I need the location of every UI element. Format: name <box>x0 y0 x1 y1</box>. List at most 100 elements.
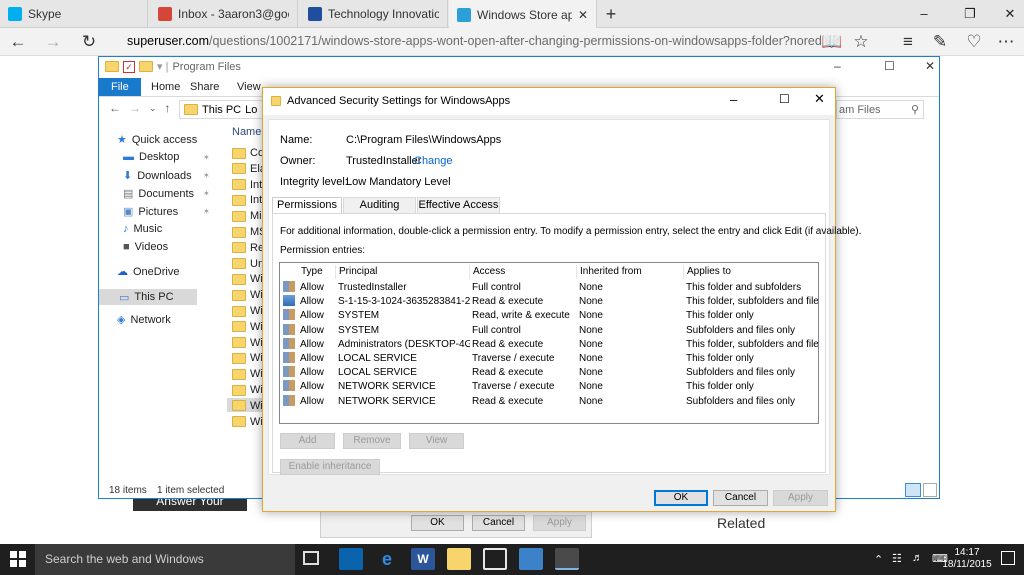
pin-icon[interactable]: ✶ <box>203 153 210 162</box>
minimize-icon[interactable]: – <box>904 0 944 28</box>
file-explorer-icon[interactable] <box>447 548 471 570</box>
forward-icon[interactable]: → <box>129 101 141 115</box>
browser-tab[interactable]: Technology Innovation Port <box>300 0 448 28</box>
address-this-pc[interactable]: This PC <box>202 104 241 116</box>
explorer-window-taskbar-icon[interactable] <box>555 548 579 570</box>
apply-button[interactable]: Apply <box>773 490 828 506</box>
column-inherited-from[interactable]: Inherited from <box>577 265 684 279</box>
nav-item-onedrive[interactable]: ☁ OneDrive <box>117 265 180 279</box>
close-tab-icon[interactable]: ✕ <box>578 8 588 22</box>
nav-item-music[interactable]: ♪ Music <box>123 223 162 235</box>
windows-start-icon[interactable] <box>10 551 26 567</box>
new-tab-button[interactable]: + <box>600 4 622 24</box>
column-applies-to[interactable]: Applies to <box>684 265 818 279</box>
hub-icon[interactable]: ≡ <box>896 32 920 52</box>
column-type[interactable]: Type <box>298 265 336 279</box>
ok-button[interactable]: OK <box>654 490 708 506</box>
nav-item-quick-access[interactable]: ★ Quick access <box>117 133 197 147</box>
task-view-icon[interactable] <box>303 551 319 565</box>
pin-icon[interactable]: ✶ <box>203 171 210 180</box>
nav-item-downloads[interactable]: ⬇ Downloads ✶ <box>123 169 210 183</box>
view-button[interactable]: View <box>409 433 464 449</box>
dialog-minimize-icon[interactable]: – <box>730 92 737 107</box>
up-icon[interactable]: ↑ <box>165 101 171 115</box>
background-ok-button[interactable]: OK <box>411 515 464 531</box>
address-bar[interactable]: superuser.com/questions/1002171/windows-… <box>127 34 827 48</box>
ribbon-tab-file[interactable]: File <box>99 78 141 96</box>
browser-tab[interactable]: Windows Store aps wor ✕ <box>449 0 597 29</box>
taskbar-search[interactable]: Search the web and Windows <box>35 544 295 575</box>
explorer-maximize-icon[interactable]: ☐ <box>884 59 895 73</box>
remove-button[interactable]: Remove <box>343 433 401 449</box>
column-access[interactable]: Access <box>470 265 577 279</box>
chevron-down-icon[interactable]: ⌄ <box>149 103 157 114</box>
permission-entry-row[interactable]: Allow SYSTEM Read, write & execute None This… <box>280 309 818 323</box>
permission-entry-row[interactable]: Allow NETWORK SERVICE Traverse / execute No… <box>280 380 818 394</box>
edge-icon[interactable]: e <box>375 548 399 570</box>
large-icons-view-icon[interactable] <box>923 483 937 497</box>
explorer-minimize-icon[interactable]: – <box>834 59 841 73</box>
column-principal[interactable]: Principal <box>336 265 470 279</box>
address-lo[interactable]: Lo <box>245 104 257 116</box>
favorite-star-icon[interactable]: ☆ <box>849 32 873 52</box>
nav-item-label: OneDrive <box>133 265 180 278</box>
more-icon[interactable]: ⋯ <box>994 32 1018 52</box>
reading-view-icon[interactable]: 📖 <box>820 32 844 52</box>
nav-item-documents[interactable]: ▤ Documents ✶ <box>123 187 210 201</box>
change-owner-link[interactable]: Change <box>414 155 453 167</box>
permission-entry-row[interactable]: Allow S-1-15-3-1024-3635283841-25... Read … <box>280 295 818 309</box>
permission-entry-row[interactable]: Allow LOCAL SERVICE Traverse / execute None… <box>280 352 818 366</box>
new-folder-icon[interactable] <box>139 61 153 72</box>
permission-entry-row[interactable]: Allow LOCAL SERVICE Read & execute None Subf… <box>280 366 818 380</box>
cancel-button[interactable]: Cancel <box>713 490 768 506</box>
enable-inheritance-button[interactable]: Enable inheritance <box>280 459 380 475</box>
network-tray-icon[interactable]: ☷ <box>892 552 902 565</box>
permission-entry-row[interactable]: Allow SYSTEM Full control None Subfolders an… <box>280 323 818 338</box>
nav-item-network[interactable]: ◈ Network <box>117 313 171 327</box>
volume-icon[interactable]: ♬ <box>912 552 923 564</box>
properties-icon[interactable]: ✓ <box>123 60 135 73</box>
nav-item-this-pc[interactable]: ▭ This PC <box>99 289 197 305</box>
nav-item-desktop[interactable]: ▬ Desktop ✶ <box>123 151 210 163</box>
explorer-close-icon[interactable]: ✕ <box>925 59 935 73</box>
tab-permissions[interactable]: Permissions <box>272 197 342 214</box>
dialog-close-icon[interactable]: ✕ <box>814 91 825 107</box>
dialog-maximize-icon[interactable]: ☐ <box>779 92 790 106</box>
refresh-icon[interactable]: ↻ <box>77 32 101 52</box>
details-view-icon[interactable] <box>905 483 921 497</box>
browser-tab[interactable]: Inbox - 3aaron3@googlema <box>150 0 298 28</box>
back-icon[interactable]: ← <box>109 101 121 115</box>
explorer-search-box[interactable]: am Files ⚲ <box>836 100 924 119</box>
column-header-name[interactable]: Name <box>232 126 261 138</box>
share-icon[interactable]: ♡ <box>962 32 986 52</box>
permission-entry-row[interactable]: Allow TrustedInstaller Full control None Thi… <box>280 281 818 295</box>
restore-icon[interactable]: ❐ <box>950 0 990 28</box>
background-apply-button[interactable]: Apply <box>533 515 586 531</box>
ribbon-tab-share[interactable]: Share <box>178 78 231 96</box>
forward-icon[interactable]: → <box>41 32 65 52</box>
explorer-address-bar[interactable]: This PC Lo <box>179 100 265 119</box>
add-button[interactable]: Add <box>280 433 335 449</box>
status-item-count: 18 items <box>109 485 147 496</box>
outlook-icon[interactable] <box>339 548 363 570</box>
nav-item-pictures[interactable]: ▣ Pictures ✶ <box>123 205 210 219</box>
back-icon[interactable]: ← <box>6 32 30 52</box>
permission-entries-list[interactable]: Type Principal Access Inherited from App… <box>279 262 819 424</box>
pin-icon[interactable]: ✶ <box>203 189 210 198</box>
taskbar-clock[interactable]: 14:17 18/11/2015 <box>942 547 992 571</box>
web-note-icon[interactable]: ✎ <box>928 32 952 52</box>
action-center-icon[interactable] <box>1001 551 1015 565</box>
app-icon[interactable] <box>519 548 543 570</box>
close-icon[interactable]: ✕ <box>990 0 1024 28</box>
tab-effective-access[interactable]: Effective Access <box>417 197 500 213</box>
permission-entry-row[interactable]: Allow NETWORK SERVICE Read & execute None Su… <box>280 394 818 409</box>
tab-auditing[interactable]: Auditing <box>343 197 416 213</box>
nav-item-videos[interactable]: ■ Videos <box>123 241 168 253</box>
chevron-up-icon[interactable]: ⌃ <box>874 553 883 566</box>
background-cancel-button[interactable]: Cancel <box>472 515 525 531</box>
store-icon[interactable] <box>483 548 507 570</box>
pin-icon[interactable]: ✶ <box>203 207 210 216</box>
word-icon[interactable]: W <box>411 548 435 570</box>
permission-entry-row[interactable]: Allow Administrators (DESKTOP-4G... Read &… <box>280 337 818 352</box>
browser-tab[interactable]: Skype <box>0 0 148 28</box>
